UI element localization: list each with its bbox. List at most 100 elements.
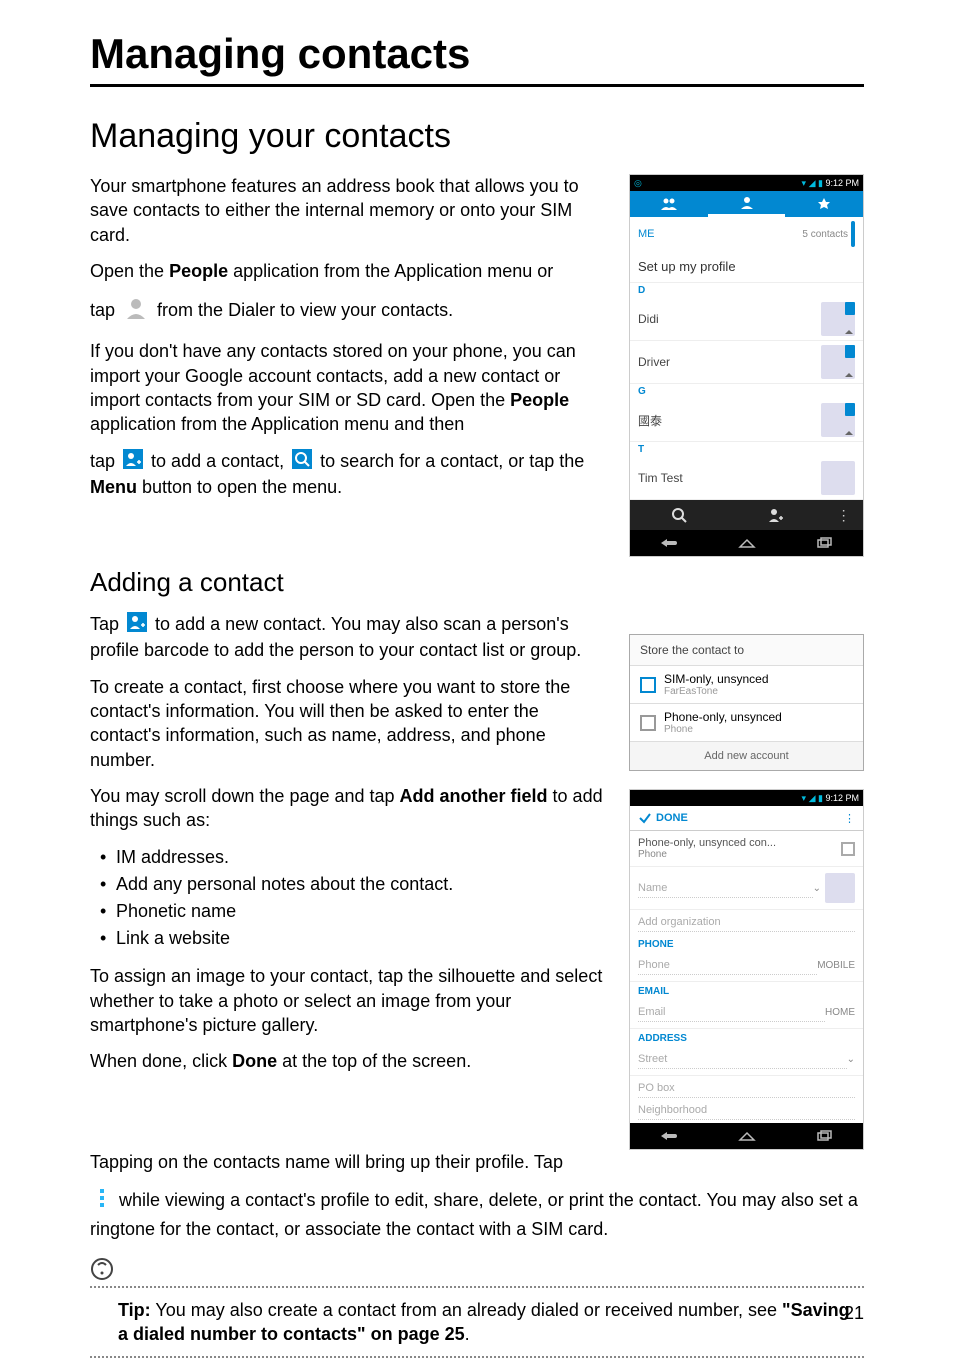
text: at the top of the screen. xyxy=(277,1051,471,1071)
app-name: People xyxy=(510,390,569,410)
section-header-t: T xyxy=(630,442,863,457)
subsection-heading: Adding a contact xyxy=(90,567,864,598)
overflow-menu-icon xyxy=(93,1186,111,1216)
dialer-contacts-icon xyxy=(123,295,149,327)
paragraph: Your smartphone features an address book… xyxy=(90,174,611,247)
tip-text: Tip: You may also create a contact from … xyxy=(90,1292,864,1353)
add-new-account-button[interactable]: Add new account xyxy=(630,741,863,770)
street-field[interactable]: Street xyxy=(638,1050,847,1069)
text: . xyxy=(465,1324,470,1344)
pobox-field[interactable]: PO box xyxy=(638,1079,855,1098)
text: If you don't have any contacts stored on… xyxy=(90,341,576,410)
paragraph: while viewing a contact's profile to edi… xyxy=(90,1186,864,1241)
nav-recent-icon[interactable] xyxy=(785,530,863,556)
nav-back-icon[interactable] xyxy=(630,1123,708,1149)
nav-home-icon[interactable] xyxy=(708,530,786,556)
option-phone[interactable]: Phone-only, unsyncedPhone xyxy=(630,703,863,741)
contacts-count: 5 contacts xyxy=(802,229,848,240)
option-sublabel: FarEasTone xyxy=(664,686,853,697)
email-field[interactable]: Email xyxy=(638,1003,825,1022)
paragraph: When done, click Done at the top of the … xyxy=(90,1049,611,1073)
tab-groups[interactable] xyxy=(630,191,708,217)
list-item[interactable]: Driver xyxy=(630,341,863,384)
list-item[interactable]: Didi xyxy=(630,298,863,341)
checkbox-icon[interactable] xyxy=(841,842,855,856)
tab-favorites[interactable] xyxy=(785,191,863,217)
name-field[interactable]: Name xyxy=(638,879,813,898)
chevron-down-icon[interactable]: ⌄ xyxy=(813,883,821,894)
store-contact-dialog: Store the contact to SIM-only, unsyncedF… xyxy=(629,634,864,771)
bold-label: Add another field xyxy=(400,786,548,806)
status-bar-right: ▾ ◢ ▮ 9:12 PM xyxy=(802,178,859,189)
dialog-title: Store the contact to xyxy=(630,635,863,665)
text: application from the Application menu an… xyxy=(90,414,464,434)
section-heading: Managing your contacts xyxy=(90,117,864,156)
avatar[interactable] xyxy=(821,461,855,495)
chevron-down-icon[interactable]: ⌄ xyxy=(847,1054,855,1065)
add-contact-icon xyxy=(127,612,147,638)
overflow-menu-button[interactable]: ⋮ xyxy=(824,500,863,530)
list-item: IM addresses. xyxy=(100,844,611,871)
neighborhood-field[interactable]: Neighborhood xyxy=(638,1101,855,1120)
checkbox-icon[interactable] xyxy=(640,677,656,693)
section-label-address: ADDRESS xyxy=(630,1029,863,1044)
search-icon xyxy=(292,449,312,475)
page-number: 21 xyxy=(844,1303,864,1324)
list-item[interactable]: 國泰 xyxy=(630,399,863,442)
list-item[interactable]: Tim Test xyxy=(630,457,863,500)
add-contact-button[interactable] xyxy=(727,500,824,530)
paragraph: Open the People application from the App… xyxy=(90,259,611,283)
scroll-indicator xyxy=(851,221,855,247)
bullet-list: IM addresses. Add any personal notes abo… xyxy=(90,844,611,952)
text: Tap xyxy=(90,614,124,634)
nav-recent-icon[interactable] xyxy=(785,1123,863,1149)
tip-label: Tip: xyxy=(118,1300,151,1320)
overflow-menu-icon[interactable]: ⋮ xyxy=(844,812,855,825)
email-type-spinner[interactable]: HOME xyxy=(825,1007,855,1018)
paragraph: tap from the Dialer to view your contact… xyxy=(90,295,611,327)
nav-home-icon[interactable] xyxy=(708,1123,786,1149)
status-left-icon: ◎ xyxy=(634,178,642,189)
text: to search for a contact, or tap the xyxy=(320,451,584,471)
account-label: Phone-only, unsynced con... xyxy=(638,837,776,849)
section-header-g: G xyxy=(630,384,863,399)
setup-profile-item[interactable]: Set up my profile xyxy=(630,251,863,283)
nav-back-icon[interactable] xyxy=(630,530,708,556)
done-button[interactable]: DONE xyxy=(638,811,688,825)
text: When done, click xyxy=(90,1051,232,1071)
edit-contact-screenshot: ▾ ◢ ▮ 9:12 PM DONE ⋮ Phone-only, unsynce… xyxy=(629,789,864,1150)
header-me: ME xyxy=(638,228,655,240)
avatar[interactable] xyxy=(821,403,855,437)
avatar[interactable] xyxy=(821,302,855,336)
add-contact-icon xyxy=(123,449,143,475)
paragraph: You may scroll down the page and tap Add… xyxy=(90,784,611,833)
bold-label: Done xyxy=(232,1051,277,1071)
text: to add a contact, xyxy=(151,451,289,471)
checkbox-icon[interactable] xyxy=(640,715,656,731)
section-label-phone: PHONE xyxy=(630,935,863,950)
option-label: Phone-only, unsynced xyxy=(664,710,853,724)
list-item: Phonetic name xyxy=(100,898,611,925)
avatar[interactable] xyxy=(821,345,855,379)
contact-photo-placeholder[interactable] xyxy=(825,873,855,903)
divider xyxy=(90,1286,864,1288)
text: application from the Application menu or xyxy=(228,261,553,281)
list-item: Add any personal notes about the contact… xyxy=(100,871,611,898)
status-bar-right: ▾ ◢ ▮ 9:12 PM xyxy=(802,793,859,804)
contact-name: 國泰 xyxy=(638,412,662,429)
text: while viewing a contact's profile to edi… xyxy=(90,1190,858,1238)
search-button[interactable] xyxy=(630,500,727,530)
text: Open the xyxy=(90,261,169,281)
phone-type-spinner[interactable]: MOBILE xyxy=(817,960,855,971)
phone-field[interactable]: Phone xyxy=(638,956,817,975)
text: to add a new contact. You may also scan … xyxy=(90,614,581,660)
section-label-email: EMAIL xyxy=(630,982,863,997)
paragraph: Tapping on the contacts name will bring … xyxy=(90,1150,864,1174)
option-sim[interactable]: SIM-only, unsyncedFarEasTone xyxy=(630,665,863,703)
paragraph: To assign an image to your contact, tap … xyxy=(90,964,611,1037)
text: from the Dialer to view your contacts. xyxy=(157,300,453,320)
add-organization-field[interactable]: Add organization xyxy=(638,913,855,932)
section-header-d: D xyxy=(630,283,863,298)
page-title: Managing contacts xyxy=(90,30,864,87)
tab-all[interactable] xyxy=(708,191,786,217)
